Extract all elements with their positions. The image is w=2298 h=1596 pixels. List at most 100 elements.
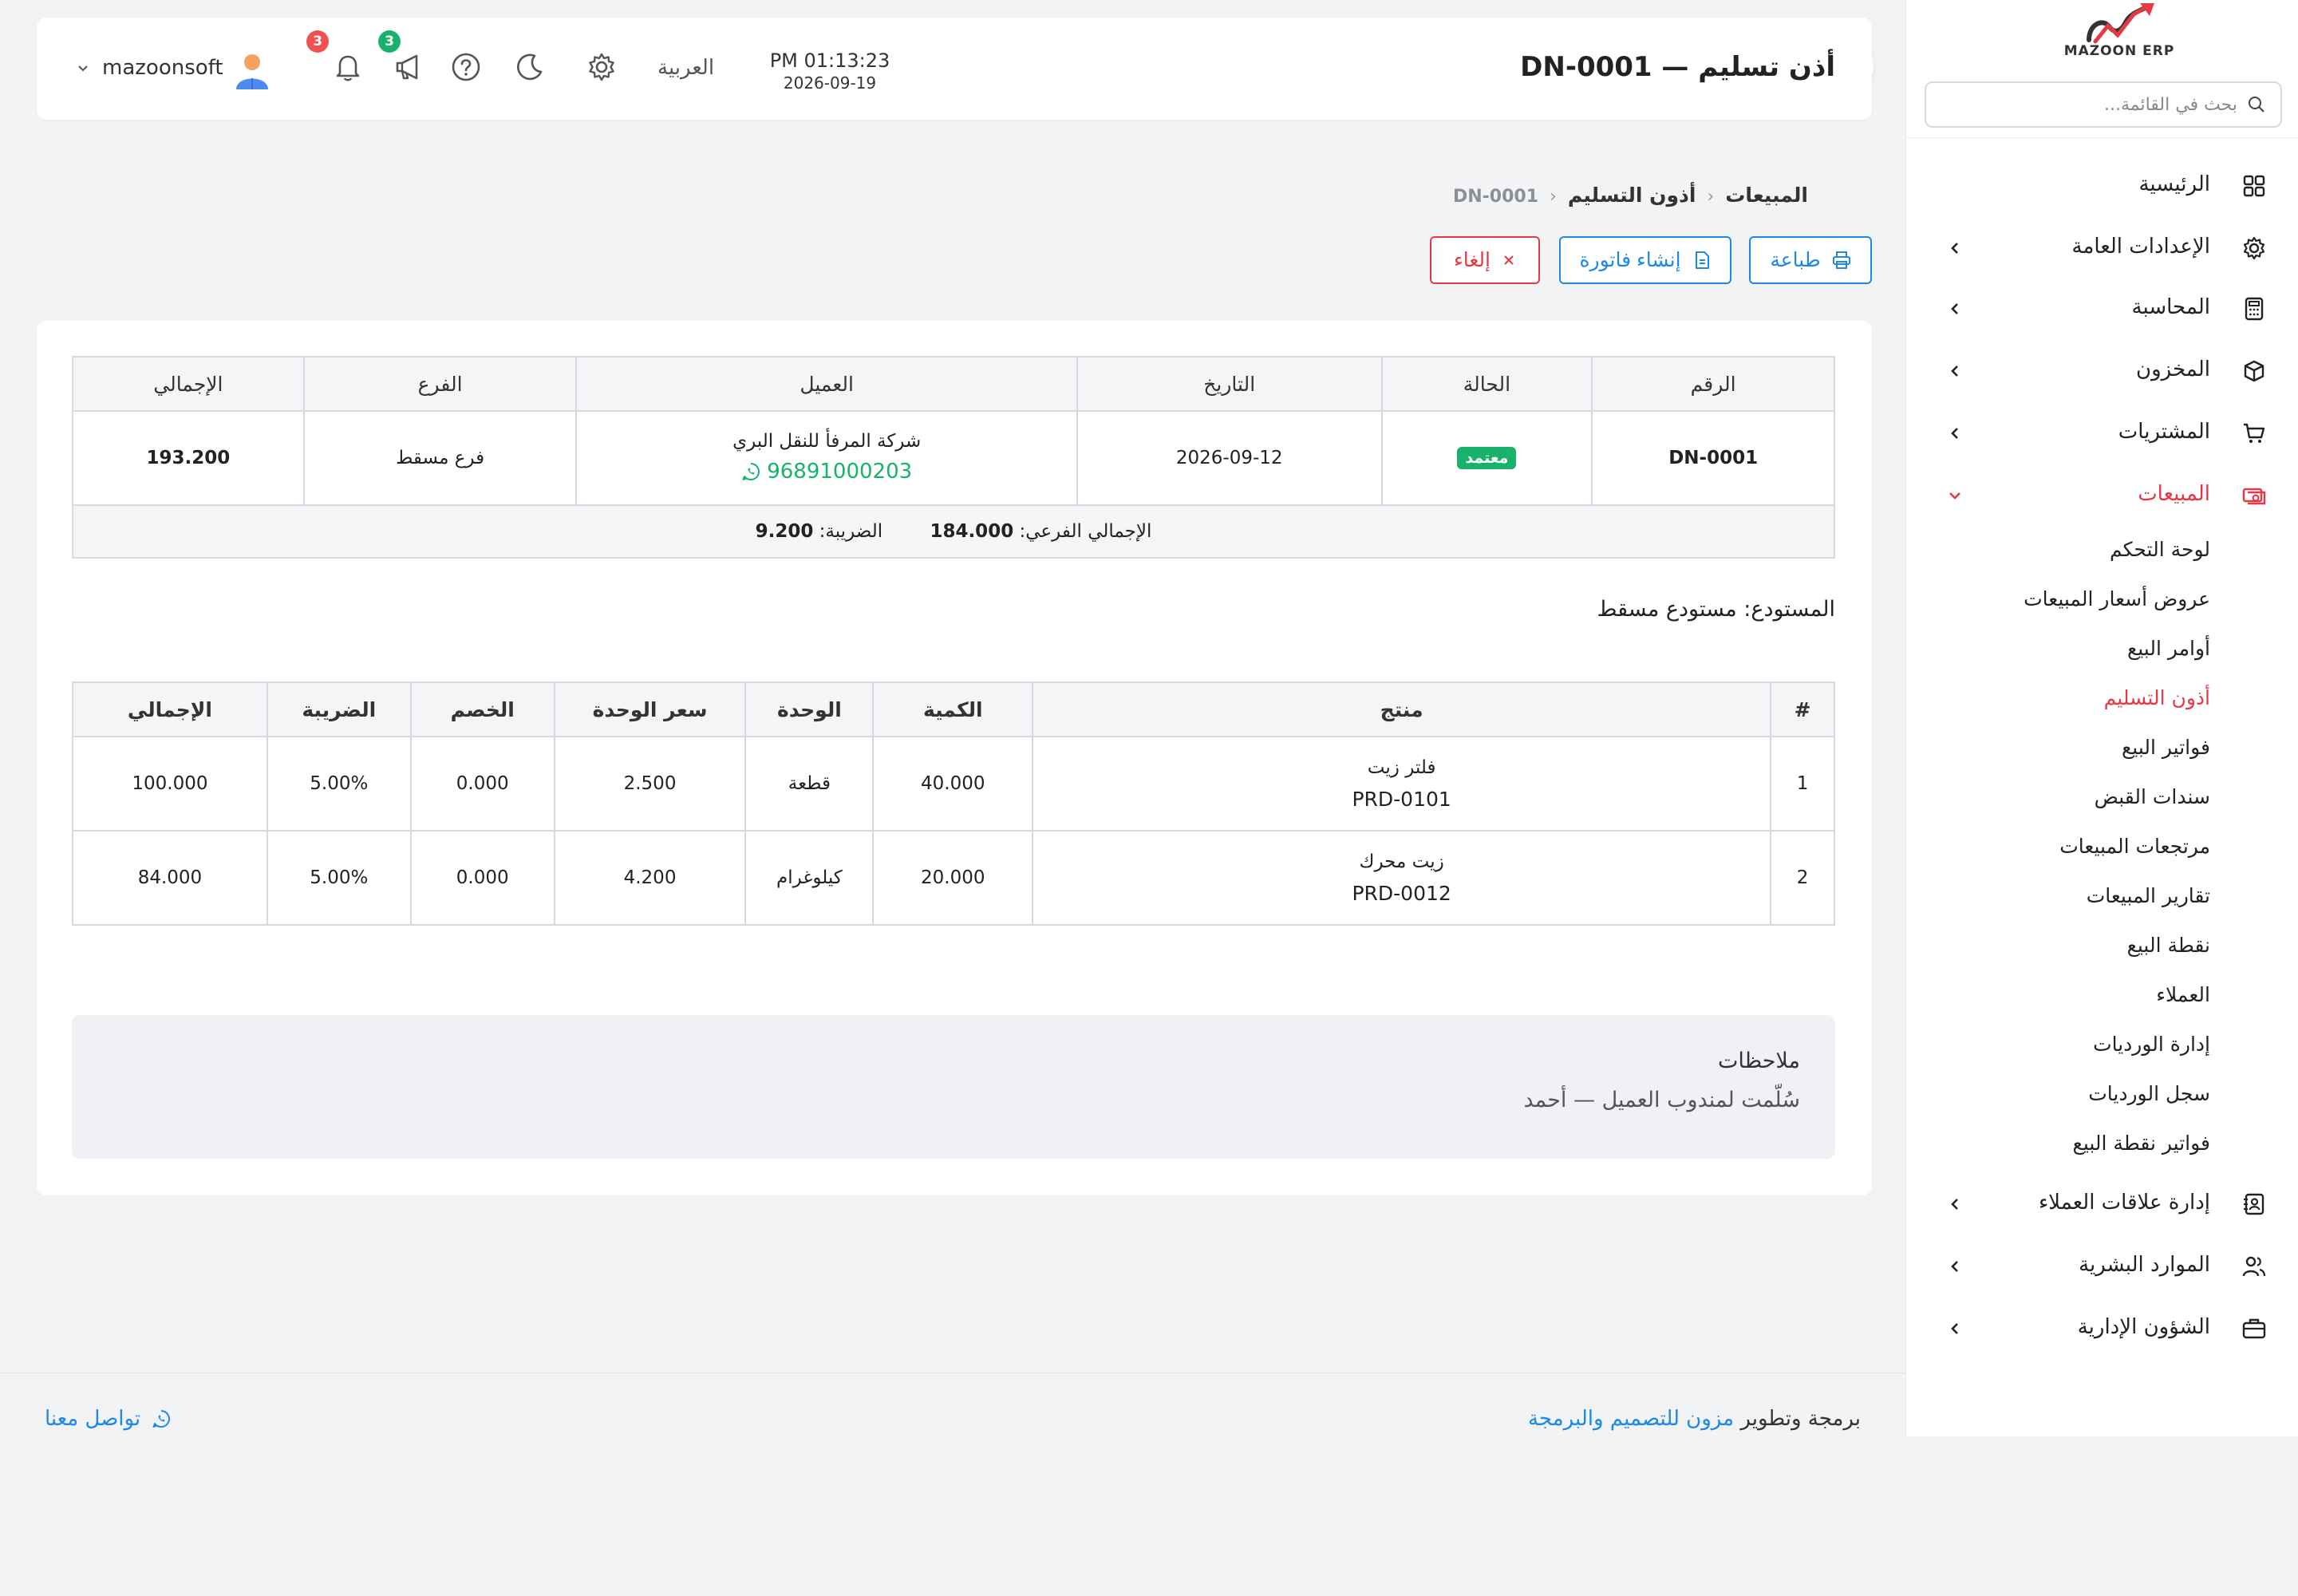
row-tax: 5.00% [266,736,412,832]
sidebar-search-input[interactable] [1942,83,2237,126]
cancel-button[interactable]: إلغاء [1430,236,1540,284]
sidebar-item-label: المحاسبة [2131,295,2210,319]
print-button[interactable]: طباعة [1749,236,1872,284]
sidebar-item-label: الموارد البشرية [2079,1253,2210,1277]
avatar[interactable] [233,51,271,91]
row-index: 1 [1770,736,1835,832]
row-unit: كيلوغرام [744,830,875,926]
create-invoice-button[interactable]: إنشاء فاتورة [1559,236,1731,284]
row-unit-price: 2.500 [553,736,747,832]
customer-cell: شركة المرفأ للنقل البري 96891000203 [575,410,1078,506]
chevron-left-icon [1951,243,1958,254]
create-invoice-button-label: إنشاء فاتورة [1579,249,1681,271]
col-tax: الضريبة [266,681,412,737]
footer-credit: برمجة وتطوير مزون للتصميم والبرمجة [1528,1407,1861,1431]
box-icon [2244,360,2264,382]
sidebar-sub-delivery-notes[interactable]: أذون التسليم [2104,686,2210,709]
sidebar-item-home[interactable]: الرئيسية [1906,158,2298,214]
dark-mode-icon[interactable] [514,51,546,83]
app-logo[interactable]: MAZOON ERP [2063,0,2175,67]
bell-icon[interactable] [332,51,364,83]
chevron-left-icon [1951,365,1958,377]
row-tax: 5.00% [266,830,412,926]
row-unit: قطعة [744,736,875,832]
breadcrumb-separator-icon: ‹ [1707,187,1715,207]
row-qty: 40.000 [872,736,1034,832]
tax-total: الضريبة: 9.200 [756,521,883,542]
sidebar-sub-sales-dashboard[interactable]: لوحة التحكم [2110,538,2210,561]
col-total: الإجمالي [72,356,305,412]
sidebar-item-admin-affairs[interactable]: الشؤون الإدارية [1906,1301,2298,1357]
sidebar-sub-sales-invoices[interactable]: فواتير البيع [2122,736,2210,759]
sidebar-sub-sales-reports[interactable]: تقارير المبيعات [2087,884,2210,907]
top-header: أذن تسليم — DN-0001 PM 01:13:23 2026-09-… [37,18,1872,120]
contact-us-label: تواصل معنا [45,1407,141,1431]
chevron-left-icon [1951,428,1958,439]
print-button-label: طباعة [1770,249,1821,271]
breadcrumb-delivery-notes[interactable]: أذون التسليم [1568,184,1696,207]
clock-date: 2026-09-19 [783,73,877,93]
logo-mark-icon [2087,3,2154,44]
contacts-book-icon [2244,1193,2264,1215]
sidebar-item-sales[interactable]: المبيعات [1906,468,2298,523]
sidebar-item-purchases[interactable]: المشتريات [1906,405,2298,461]
search-icon [2249,97,2264,113]
chevron-down-icon [1949,492,1960,500]
credit-link[interactable]: مزون للتصميم والبرمجة [1528,1407,1734,1431]
help-icon[interactable] [450,51,482,83]
tax-label: الضريبة: [819,521,883,542]
cart-icon [2244,423,2265,443]
col-customer: العميل [575,356,1078,412]
sidebar-sub-sales-returns[interactable]: مرتجعات المبيعات [2059,835,2210,858]
sidebar-item-inventory[interactable]: المخزون [1906,343,2298,399]
settings-icon[interactable] [586,51,618,83]
sidebar-sub-pos-invoices[interactable]: فواتير نقطة البيع [2073,1132,2210,1155]
sidebar-item-crm[interactable]: إدارة علاقات العملاء [1906,1176,2298,1232]
sidebar-item-accounting[interactable]: المحاسبة [1906,281,2298,337]
sidebar-sub-sales-quotations[interactable]: عروض أسعار المبيعات [2024,587,2210,610]
delivery-summary-table: الرقم الحالة التاريخ العميل الفرع الإجما… [72,356,1835,559]
col-status: الحالة [1380,356,1593,412]
printer-icon [1832,251,1850,269]
megaphone-icon[interactable] [393,51,424,83]
product-cell: زيت محرك PRD-0012 [1032,830,1772,926]
username[interactable]: mazoonsoft [102,56,223,80]
chevron-left-icon [1951,1323,1958,1334]
customer-phone-link[interactable]: 96891000203 [741,460,912,484]
sidebar-item-hr[interactable]: الموارد البشرية [1906,1238,2298,1294]
document-date: 2026-09-12 [1076,410,1383,506]
chevron-down-icon[interactable] [77,62,89,75]
customer-name[interactable]: شركة المرفأ للنقل البري [577,431,1076,452]
notes-title: ملاحظات [1717,1049,1800,1073]
breadcrumb-current: DN-0001 [1452,187,1539,207]
delivery-note-card: الرقم الحالة التاريخ العميل الفرع الإجما… [37,321,1872,1195]
sidebar-item-general-settings[interactable]: الإعدادات العامة [1906,220,2298,276]
sidebar-sub-customers[interactable]: العملاء [2156,983,2210,1006]
status-badge: معتمد [1457,447,1517,469]
sidebar-sub-receipt-vouchers[interactable]: سندات القبض [2095,785,2210,808]
row-unit-price: 4.200 [553,830,747,926]
sidebar-sub-shift-log[interactable]: سجل الورديات [2088,1082,2210,1105]
totals-cell: الإجمالي الفرعي: 184.000 الضريبة: 9.200 [72,504,1835,559]
sidebar-sub-pos[interactable]: نقطة البيع [2127,934,2210,957]
col-unit: الوحدة [744,681,875,737]
sidebar-sub-sales-orders[interactable]: أوامر البيع [2127,637,2210,660]
product-code: PRD-0101 [1352,787,1451,811]
chevron-left-icon [1951,1199,1958,1210]
col-number: الرقم [1591,356,1835,412]
row-qty: 20.000 [872,830,1034,926]
users-icon [2242,1256,2266,1277]
product-name: فلتر زيت [1367,757,1436,778]
sidebar-sub-shift-management[interactable]: إدارة الورديات [2093,1033,2210,1056]
language-switcher[interactable]: العربية [657,56,714,80]
row-discount: 0.000 [409,830,555,926]
cash-icon [2242,488,2266,505]
announcements-badge: 3 [378,30,401,53]
document-icon [1695,251,1709,269]
dashboard-grid-icon [2243,175,2265,197]
col-date: التاريخ [1076,356,1383,412]
contact-us-link[interactable]: تواصل معنا [45,1407,171,1431]
breadcrumb-sales[interactable]: المبيعات [1725,184,1808,207]
close-icon [1504,255,1514,265]
document-total: 193.200 [72,410,305,506]
